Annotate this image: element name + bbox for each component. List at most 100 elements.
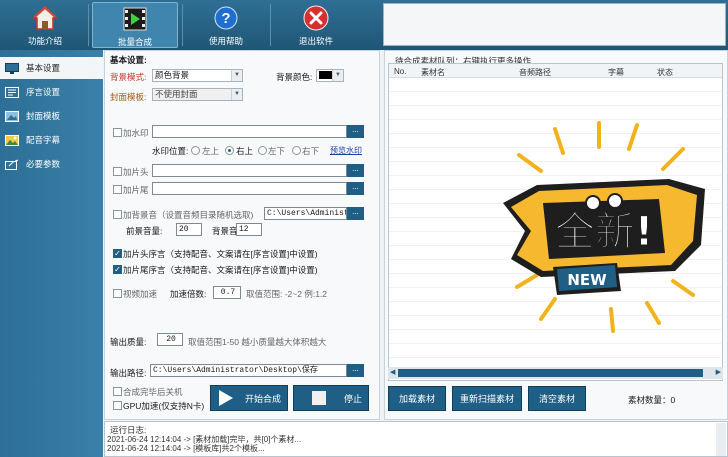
speed-checkbox[interactable] [113,289,122,298]
output-path-input[interactable]: C:\Users\Administrator\Desktop\保存 [150,364,347,377]
output-browse-button[interactable]: ... [347,364,364,377]
bgm-browse-button[interactable]: ... [347,207,364,220]
preview-watermark-link[interactable]: 预览水印 [330,145,362,156]
chevron-down-icon: ▼ [332,70,343,81]
speed-label: 视频加速 [123,289,158,299]
quality-hint: 取值范围1-50 越小质量越大体积越大 [188,337,327,347]
header-path-input[interactable] [152,164,347,177]
header-label: 加片头 [123,167,149,177]
column-header-name: 素材名 [421,68,445,77]
queue-horizontal-scrollbar[interactable]: ◀ ▶ [388,367,723,379]
play-icon [215,387,237,409]
log-line: 2021-06-24 12:14:04 -> [模板库]共2个模板... [107,444,265,453]
front-volume-input[interactable]: 20 [176,223,202,236]
sidebar-item-intro[interactable]: 序言设置 [0,81,103,103]
bgm-checkbox[interactable] [113,210,122,219]
sidebar-item-label: 序言设置 [26,87,61,97]
quality-label: 输出质量: [110,337,147,347]
toolbar-batch-button[interactable]: 批量合成 [92,2,178,48]
bg-color-select[interactable]: ▼ [316,69,344,82]
position-label-bottom-left: 左下 [268,146,286,156]
load-material-button[interactable]: 加载素材 [388,386,446,411]
bgm-path-input[interactable]: C:\Users\Administra [264,207,347,220]
params-icon [4,158,20,170]
intro-checkbox[interactable]: ✓ [113,249,122,258]
top-blank-area [383,3,726,46]
position-radio-top-left[interactable] [191,146,200,155]
watermark-path-input[interactable] [152,125,347,138]
toolbar-exit-label: 退出软件 [298,36,333,46]
shutdown-label: 合成完毕后关机 [123,387,183,397]
color-swatch [319,71,332,79]
bg-mode-select[interactable]: 颜色背景 ▼ [152,69,243,82]
footer-path-input[interactable] [152,182,347,195]
bg-mode-value: 颜色背景 [155,70,190,80]
log-vertical-scrollbar[interactable] [716,423,726,456]
header-checkbox[interactable] [113,167,122,176]
close-icon [302,4,330,32]
cover-select[interactable]: 不使用封面 ▼ [152,88,243,101]
toolbar-intro-button[interactable]: 功能介绍 [6,2,84,48]
scrollbar-thumb[interactable] [398,369,703,377]
help-icon: ? [212,4,240,32]
sidebar-item-dubbing[interactable]: 配音字幕 [0,129,103,151]
position-label-top-left: 左上 [202,146,220,156]
top-toolbar: 功能介绍 批量合成 ? 使用帮助 退出软件 [0,0,728,50]
material-count-value: 0 [670,395,676,405]
scroll-right-icon[interactable]: ▶ [716,368,721,376]
gpu-checkbox[interactable] [113,401,122,410]
sequence-icon [4,86,20,98]
sidebar-item-cover[interactable]: 封面模板 [0,105,103,127]
outro-checkbox[interactable]: ✓ [113,265,122,274]
chevron-down-icon: ▼ [231,70,242,81]
toolbar-batch-label: 批量合成 [117,37,152,47]
quality-input[interactable]: 20 [157,333,183,346]
monitor-icon [4,62,20,74]
toolbar-exit-button[interactable]: 退出软件 [276,2,356,48]
toolbar-help-button[interactable]: ? 使用帮助 [186,2,266,48]
material-count-label: 素材数量：0 [628,394,675,406]
bg-volume-input[interactable]: 12 [236,223,262,236]
chevron-down-icon: ▼ [231,89,242,100]
start-button-label: 开始合成 [245,393,282,404]
scroll-left-icon[interactable]: ◀ [390,368,395,376]
new-badge-illustration: 全新! NEW [503,121,705,333]
stop-button-label: 停止 [344,393,363,404]
toolbar-help-label: 使用帮助 [208,36,243,46]
svg-text:?: ? [221,10,230,27]
sidebar-item-params[interactable]: 必要参数 [0,153,103,175]
stop-button[interactable]: 停止 [293,385,369,411]
column-header-no: No. [394,67,407,76]
sidebar-item-basic[interactable]: 基本设置 [0,57,103,79]
watermark-checkbox[interactable] [113,128,122,137]
start-button[interactable]: 开始合成 [210,385,288,411]
gpu-label: GPU加速(仅支持N卡) [123,401,205,411]
footer-checkbox[interactable] [113,185,122,194]
bgm-label: 加背景音（设置音频目录随机选取) [123,210,254,220]
header-browse-button[interactable]: ... [347,164,364,177]
section-title: 基本设置: [110,55,147,65]
shutdown-checkbox[interactable] [113,387,122,396]
image-icon [4,134,20,146]
stop-icon [308,387,330,409]
watermark-browse-button[interactable]: ... [347,125,364,138]
intro-label: 加片头序言（支持配音、文案请在[序言设置]中设置) [123,249,318,259]
front-volume-label: 前景音量: [126,226,163,236]
sidebar-item-label: 配音字幕 [26,135,61,145]
material-count-text: 素材数量： [628,395,671,405]
toolbar-intro-label: 功能介绍 [27,36,62,46]
clear-material-button[interactable]: 清空素材 [528,386,586,411]
footer-browse-button[interactable]: ... [347,182,364,195]
cover-icon [4,110,20,122]
speed-multiplier-input[interactable]: 0.7 [213,286,241,299]
column-header-audio: 音频路径 [519,68,551,77]
column-header-status: 状态 [657,68,673,77]
rescan-material-button[interactable]: 重新扫描素材 [452,386,522,411]
position-radio-bottom-left[interactable] [258,146,267,155]
queue-table[interactable]: No. 素材名 音频路径 字幕 状态 全新! NEW [388,63,723,381]
run-log[interactable]: 运行日志: 2021-06-24 12:14:04 -> [素材加载]完毕，共[… [104,421,728,457]
sidebar: 基本设置 序言设置 封面模板 配音字幕 必要参数 [0,50,103,457]
sidebar-item-label: 必要参数 [26,159,61,169]
position-radio-bottom-right[interactable] [292,146,301,155]
position-radio-top-right[interactable] [225,146,234,155]
